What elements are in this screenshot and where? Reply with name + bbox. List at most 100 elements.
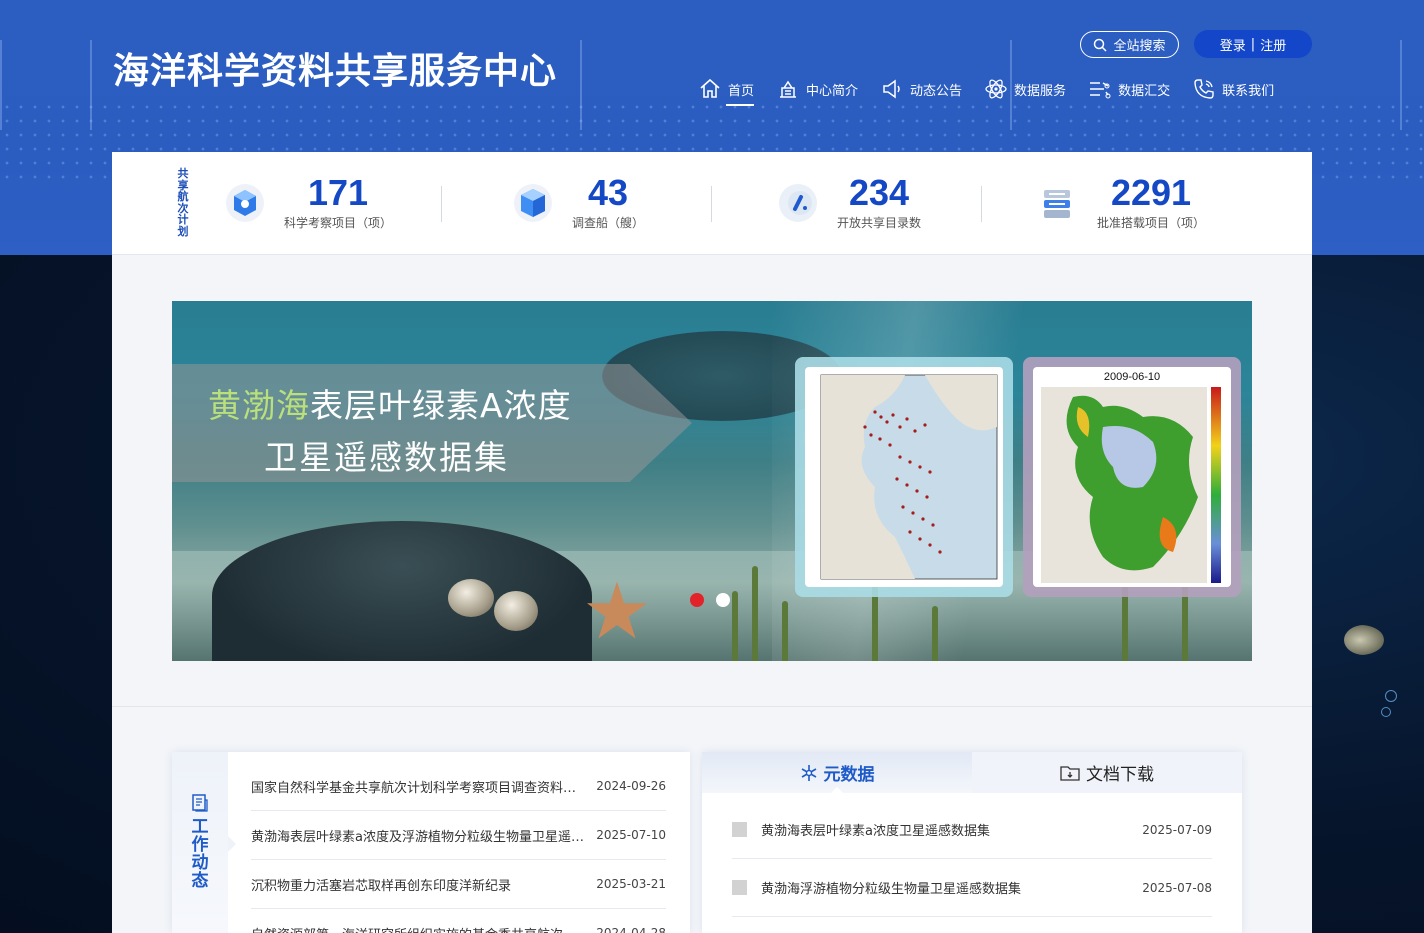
- item-date: 2025-07-09: [1142, 822, 1212, 837]
- decor-pole: [90, 40, 92, 130]
- seaweed-decoration: [732, 591, 738, 661]
- item-title: 黄渤海浮游植物分粒级生物量卫星遥感数据集: [761, 882, 1022, 897]
- item-title: 国家自然科学基金共享航次计划科学考察项目调查资料汇交: [251, 780, 586, 796]
- stat-value: 2291: [1110, 172, 1192, 213]
- stat-value: 43: [587, 172, 629, 213]
- login-link[interactable]: 登录: [1220, 35, 1246, 54]
- nav-item-data-service[interactable]: 数据服务: [984, 74, 1066, 104]
- stat-divider: [981, 186, 982, 222]
- station-map-graphic: [820, 374, 998, 580]
- shell-decoration: [448, 579, 494, 617]
- seaweed-decoration: [932, 606, 938, 661]
- seaweed-decoration: [782, 601, 788, 661]
- item-date: 2024-09-26: [596, 779, 666, 793]
- stat-catalogs[interactable]: 234 开放共享目录数: [777, 174, 921, 231]
- tab-documents[interactable]: 文档下载: [972, 752, 1242, 793]
- nav-label: 数据汇交: [1118, 83, 1171, 99]
- catalog-icon: [779, 183, 817, 222]
- register-link[interactable]: 注册: [1260, 35, 1286, 54]
- list-item[interactable]: 自然资源部第一海洋研究所组织实施的基金委共享航次 2024-04-28: [251, 909, 666, 933]
- section-divider: [112, 706, 1312, 707]
- stat-caption: 调查船（艘）: [572, 216, 645, 230]
- stat-caption: 批准搭载项目（项）: [1097, 216, 1206, 230]
- banner-dot-1[interactable]: [690, 593, 704, 607]
- fish-decoration: [1344, 625, 1384, 655]
- item-title: 沉积物重力活塞岩芯取样再创东印度洋新纪录: [251, 878, 512, 894]
- folder-download-icon: [1060, 765, 1080, 781]
- banner-title: 黄渤海表层叶绿素A浓度: [208, 379, 572, 427]
- banner-title-highlight: 黄渤海: [208, 386, 310, 425]
- stat-divider: [441, 186, 442, 222]
- list-item[interactable]: 黄渤海表层叶绿素a浓度及浮游植物分粒级生物量卫星遥感数据集 2025-07-10: [251, 811, 666, 860]
- atom-icon: [985, 79, 1007, 99]
- nav-label: 数据服务: [1014, 83, 1067, 99]
- nav-item-home[interactable]: 首页: [698, 74, 755, 106]
- chlorophyll-map: 2009-06-10: [1033, 367, 1231, 587]
- search-icon: [1094, 38, 1108, 52]
- item-title: 自然资源部第一海洋研究所组织实施的基金委共享航次: [251, 924, 586, 933]
- stack-icon: [1044, 189, 1070, 218]
- item-date: 2024-04-28: [596, 926, 666, 933]
- cube-icon: [226, 183, 264, 222]
- nav-label: 动态公告: [910, 83, 963, 99]
- stat-divider: [711, 186, 712, 222]
- nav-item-data-submit[interactable]: 数据汇交: [1088, 74, 1170, 104]
- hero-banner[interactable]: ★ 黄渤海表层叶绿素A浓度 卫星遥感数据集 2009-06-10: [172, 301, 1252, 661]
- nav-item-news[interactable]: 动态公告: [880, 74, 962, 104]
- building-icon: [780, 80, 797, 98]
- stat-projects[interactable]: 171 科学考察项目（项）: [224, 174, 392, 231]
- box-icon: [514, 183, 552, 222]
- phone-icon: [1194, 79, 1214, 99]
- stat-value: 171: [307, 172, 369, 213]
- tab-metadata[interactable]: 元数据: [702, 752, 972, 793]
- banner-pagination: [690, 593, 730, 607]
- stat-carry-projects[interactable]: 2291 批准搭载项目（项）: [1037, 174, 1205, 231]
- separator: |: [1250, 36, 1256, 52]
- map-date: 2009-06-10: [1103, 371, 1161, 383]
- banner-subtitle: 卫星遥感数据集: [264, 438, 509, 477]
- metadata-tabs: 元数据 文档下载: [702, 752, 1242, 793]
- rock-decoration: [212, 521, 592, 661]
- tab-label: 文档下载: [1086, 765, 1154, 785]
- login-register-button[interactable]: 登录 | 注册: [1194, 30, 1312, 58]
- work-news-tab[interactable]: 工作动态: [172, 752, 236, 933]
- decor-pole: [580, 40, 582, 130]
- stats-bar: 共享航次计划 171 科学考察项目（项） 43 调查船（艘） 234 开放共享目…: [112, 152, 1312, 255]
- megaphone-icon: [883, 79, 900, 99]
- shell-decoration: [494, 591, 538, 631]
- work-news-list: 国家自然科学基金共享航次计划科学考察项目调查资料汇交 2024-09-26 黄渤海…: [251, 762, 666, 933]
- decor-pole: [1400, 40, 1402, 130]
- item-date: 2025-07-10: [596, 828, 666, 842]
- starfish-decoration: ★: [582, 567, 652, 657]
- nav-label: 联系我们: [1222, 83, 1275, 99]
- station-map: [805, 367, 1003, 587]
- list-item[interactable]: 沉积物重力活塞岩芯取样再创东印度洋新纪录 2025-03-21: [251, 860, 666, 909]
- banner-dot-2[interactable]: [716, 593, 730, 607]
- site-title[interactable]: 海洋科学资料共享服务中心: [113, 42, 557, 94]
- stat-value: 234: [848, 172, 910, 213]
- work-news-panel: 工作动态 国家自然科学基金共享航次计划科学考察项目调查资料汇交 2024-09-2…: [172, 752, 690, 933]
- nav-label: 首页: [728, 83, 755, 99]
- bubble-decoration: [1385, 690, 1397, 702]
- work-news-tab-label: 工作动态: [191, 817, 209, 891]
- document-icon: [192, 794, 208, 812]
- snowflake-icon: [801, 764, 816, 781]
- item-title: 黄渤海表层叶绿素a浓度卫星遥感数据集: [761, 824, 990, 839]
- seaweed-decoration: [1122, 586, 1128, 661]
- list-item[interactable]: 黄渤海表层叶绿素a浓度卫星遥感数据集 2025-07-09: [732, 801, 1212, 859]
- search-label: 全站搜索: [1113, 39, 1166, 54]
- tab-label: 元数据: [823, 765, 875, 785]
- item-date: 2025-03-21: [596, 877, 666, 891]
- site-search-button[interactable]: 全站搜索: [1080, 31, 1179, 58]
- bubble-decoration: [1381, 707, 1391, 717]
- list-item[interactable]: 国家自然科学基金共享航次计划科学考察项目调查资料汇交 2024-09-26: [251, 762, 666, 811]
- share-icon: [1090, 82, 1111, 99]
- nav-item-about[interactable]: 中心简介: [776, 74, 858, 104]
- chlorophyll-map-card: 2009-06-10: [1023, 357, 1241, 597]
- list-item[interactable]: 黄渤海浮游植物分粒级生物量卫星遥感数据集 2025-07-08: [732, 859, 1212, 917]
- nav-item-contact[interactable]: 联系我们: [1192, 74, 1274, 104]
- item-title: 黄渤海表层叶绿素a浓度及浮游植物分粒级生物量卫星遥感数据集: [251, 829, 586, 845]
- stats-label: 共享航次计划: [177, 167, 189, 238]
- nav-label: 中心简介: [806, 83, 859, 99]
- stat-ships[interactable]: 43 调查船（艘）: [512, 174, 644, 231]
